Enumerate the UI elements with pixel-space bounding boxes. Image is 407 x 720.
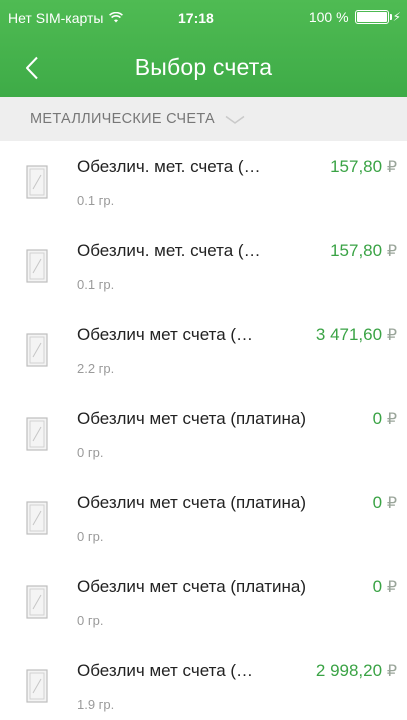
currency-sign: ₽ [386,579,397,596]
list-item[interactable]: Обезлич мет счета (платина) 0 гр. 0 ₽ [0,477,407,561]
clock: 17:18 [178,10,214,26]
account-name: Обезлич мет счета (платина) [77,577,307,596]
account-weight: 0 гр. [77,445,104,460]
account-balance: 0 ₽ [373,493,397,513]
header: Нет SIM-карты 17:18 100 % ⚡ Выбор счета [0,0,407,97]
page-title: Выбор счета [134,54,273,80]
metal-bar-icon [26,585,48,619]
metal-bar-icon [26,417,48,451]
battery-indicator: 100 % ⚡ [309,9,401,25]
account-weight: 2.2 гр. [77,361,115,376]
list-item[interactable]: Обезлич мет счета (платина) 0 гр. 0 ₽ [0,561,407,645]
metal-bar-icon [26,333,48,367]
list-item[interactable]: Обезлич. мет. счета (… 0.1 гр. 157,80 ₽ [0,225,407,309]
currency-sign: ₽ [386,243,397,260]
balance-value: 157,80 [330,157,383,176]
currency-sign: ₽ [386,327,397,344]
balance-value: 0 [372,493,383,512]
chevron-down-icon [225,115,245,124]
currency-sign: ₽ [386,495,397,512]
account-list: Обезлич. мет. счета (… 0.1 гр. 157,80 ₽ … [0,141,407,720]
currency-sign: ₽ [386,663,397,680]
account-name: Обезлич мет счета (… [77,325,254,344]
list-item[interactable]: Обезлич мет счета (… 1.9 гр. 2 998,20 ₽ [0,645,407,720]
account-name: Обезлич мет счета (платина) [77,493,307,512]
account-weight: 0 гр. [77,529,104,544]
balance-value: 3 471,60 [315,325,383,344]
charging-icon: ⚡ [392,10,401,24]
account-balance: 2 998,20 ₽ [316,661,397,681]
carrier-label: Нет SIM-карты [8,10,104,26]
account-balance: 157,80 ₽ [330,241,397,261]
currency-sign: ₽ [386,159,397,176]
account-name: Обезлич мет счета (… [77,661,254,680]
metal-bar-icon [26,249,48,283]
account-balance: 157,80 ₽ [330,157,397,177]
section-label: МЕТАЛЛИЧЕСКИЕ СЧЕТА [30,111,216,127]
navigation-bar: Выбор счета [0,40,407,97]
wifi-icon [109,10,124,26]
balance-value: 157,80 [330,241,383,260]
account-balance: 0 ₽ [373,577,397,597]
account-weight: 1.9 гр. [77,697,115,712]
balance-value: 0 [372,577,383,596]
status-bar: Нет SIM-карты 17:18 100 % ⚡ [0,0,407,40]
battery-percent: 100 % [308,9,349,25]
battery-icon [354,10,392,24]
account-balance: 3 471,60 ₽ [316,325,397,345]
account-weight: 0.1 гр. [77,193,115,208]
account-name: Обезлич. мет. счета (… [77,241,261,260]
currency-sign: ₽ [386,411,397,428]
account-balance: 0 ₽ [373,409,397,429]
balance-value: 2 998,20 [315,661,383,680]
metal-bar-icon [26,165,48,199]
balance-value: 0 [372,409,383,428]
account-name: Обезлич. мет. счета (… [77,157,261,176]
metal-bar-icon [26,669,48,703]
account-weight: 0 гр. [77,613,104,628]
account-name: Обезлич мет счета (платина) [77,409,307,428]
carrier-indicator: Нет SIM-карты [8,10,124,26]
account-weight: 0.1 гр. [77,277,115,292]
metal-bar-icon [26,501,48,535]
section-header-metal-accounts[interactable]: МЕТАЛЛИЧЕСКИЕ СЧЕТА [0,97,407,141]
list-item[interactable]: Обезлич мет счета (платина) 0 гр. 0 ₽ [0,393,407,477]
list-item[interactable]: Обезлич мет счета (… 2.2 гр. 3 471,60 ₽ [0,309,407,393]
list-item[interactable]: Обезлич. мет. счета (… 0.1 гр. 157,80 ₽ [0,141,407,225]
